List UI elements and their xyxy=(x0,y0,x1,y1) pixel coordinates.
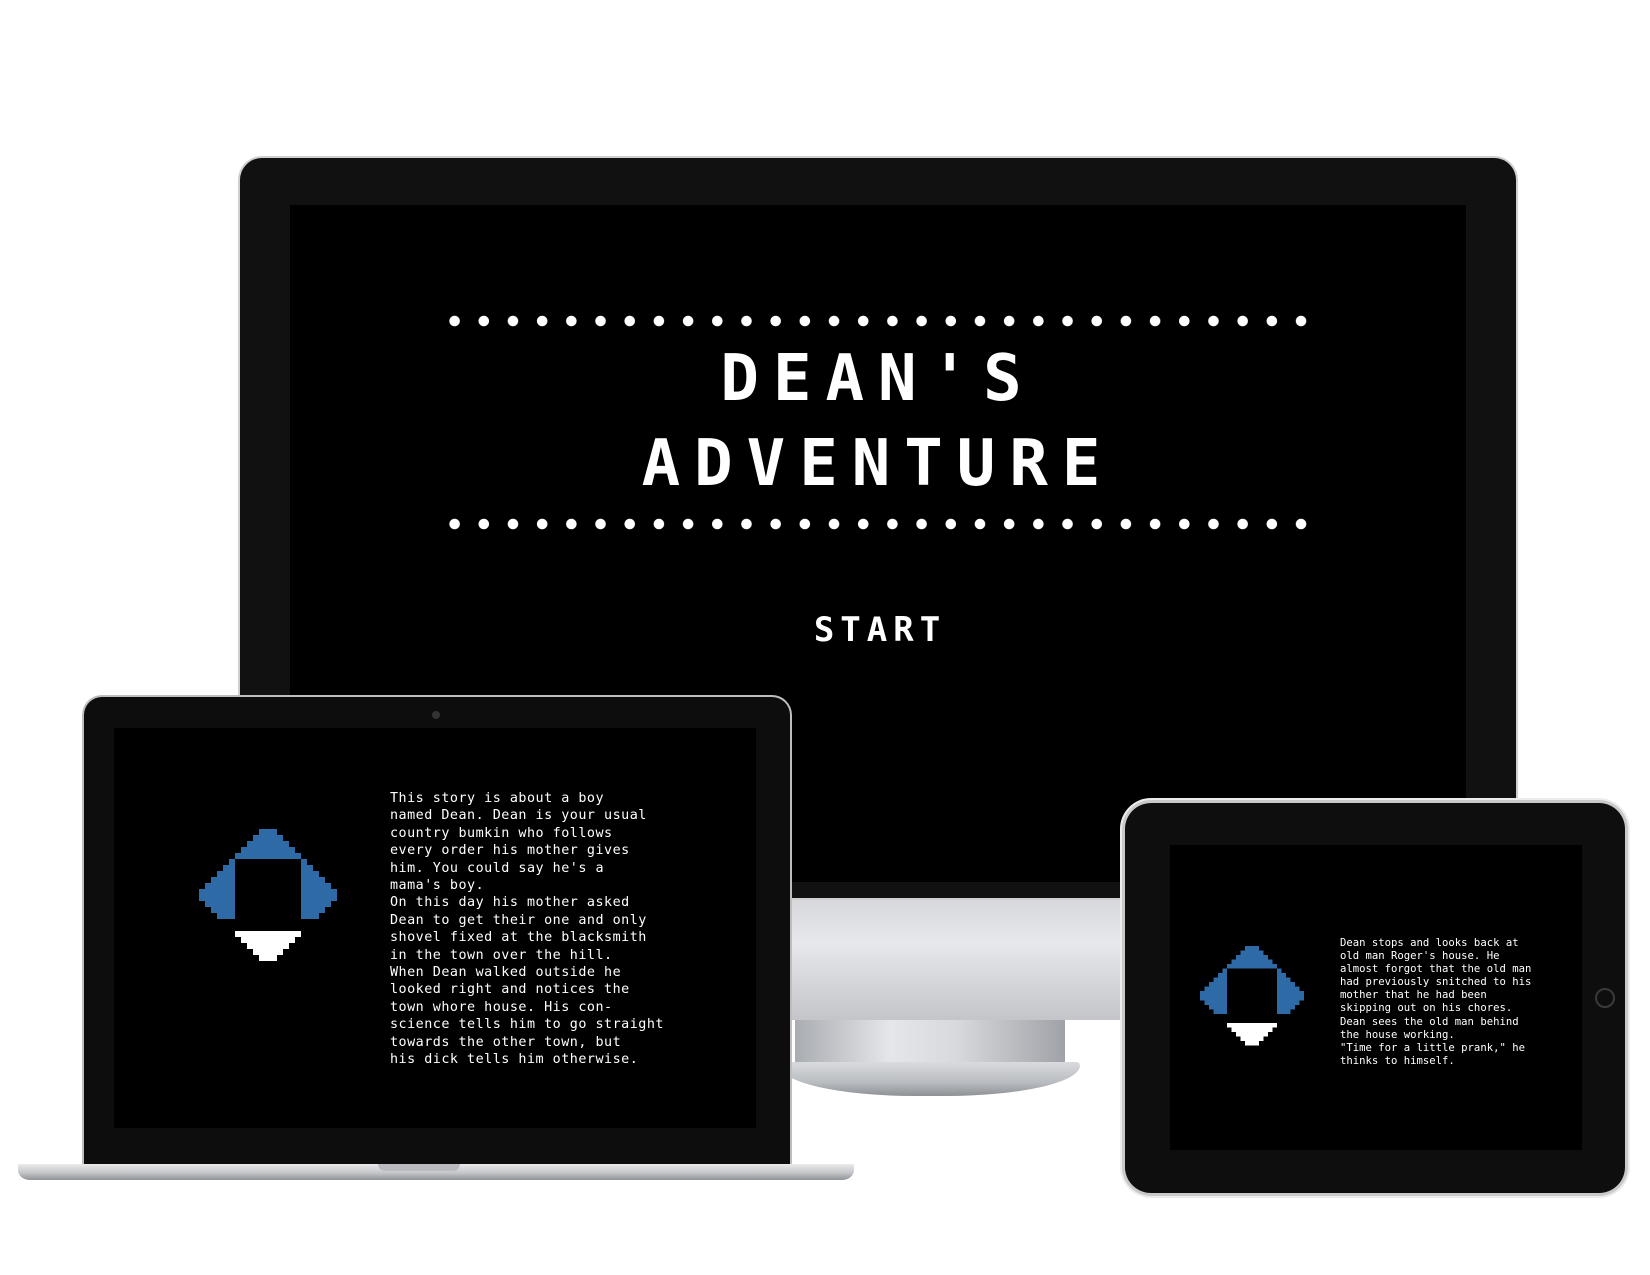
imac-stand-base xyxy=(780,1062,1080,1096)
tablet-screen: Dean stops and looks back at old man Rog… xyxy=(1170,845,1582,1150)
dean-sprite-icon xyxy=(1200,945,1304,1051)
title-dots-bottom xyxy=(440,518,1316,530)
dean-body-shape xyxy=(1227,1022,1277,1046)
story-text-laptop: This story is about a boy named Dean. De… xyxy=(390,791,664,1068)
tablet-home-button[interactable] xyxy=(1595,988,1615,1008)
dean-sprite-icon xyxy=(199,828,337,968)
title-dots-top xyxy=(440,315,1316,327)
laptop-notch xyxy=(378,1164,460,1171)
start-button[interactable]: START xyxy=(785,605,975,655)
dean-face-window xyxy=(1227,968,1277,1023)
story-text-tablet: Dean stops and looks back at old man Rog… xyxy=(1340,937,1532,1067)
dean-face-window xyxy=(235,859,301,931)
game-title-line-2: ADVENTURE xyxy=(641,427,1115,501)
dean-body-shape xyxy=(235,931,301,961)
laptop-screen: This story is about a boy named Dean. De… xyxy=(114,728,756,1128)
game-title-line-1: DEAN'S xyxy=(720,342,1036,416)
laptop-camera xyxy=(432,711,440,719)
